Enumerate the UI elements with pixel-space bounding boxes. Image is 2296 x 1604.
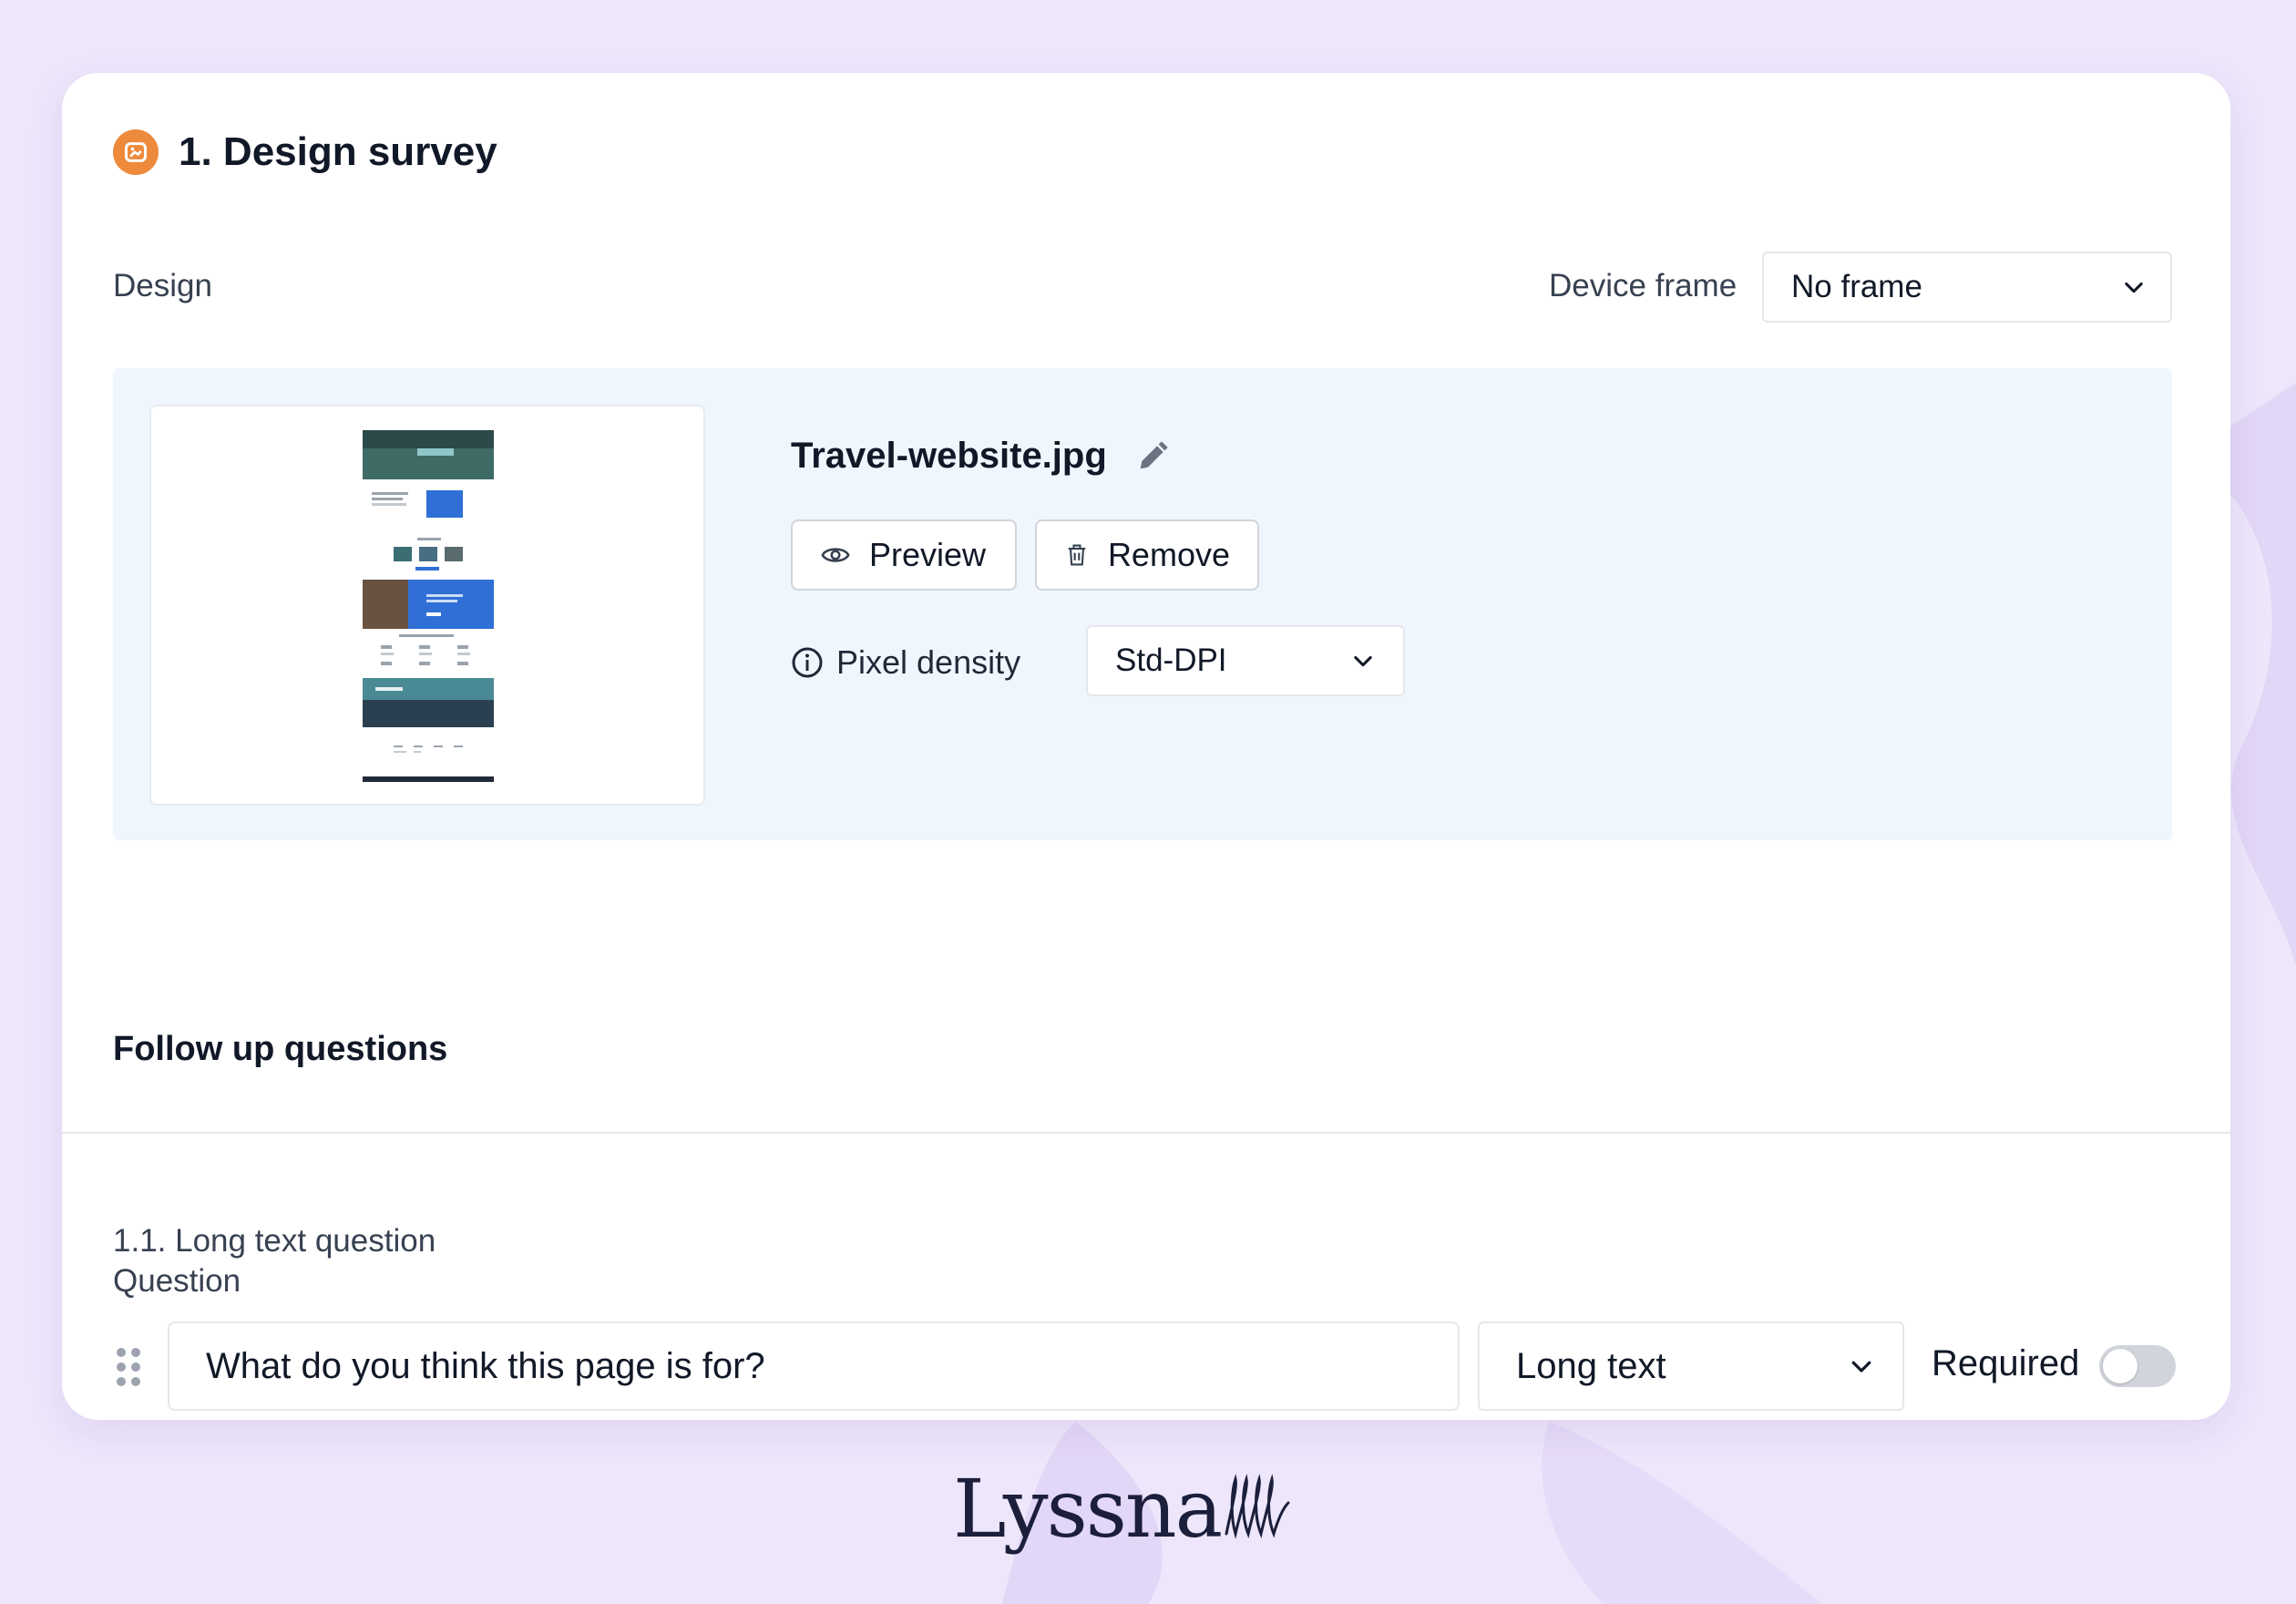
question-type-select[interactable]: Long text: [1478, 1321, 1904, 1411]
logo-text: Lyssna: [953, 1462, 1223, 1556]
logo-loops-icon: [1225, 1474, 1290, 1539]
preview-button[interactable]: Preview: [791, 519, 1017, 591]
eye-icon: [821, 548, 850, 562]
pixel-density-label: Pixel density: [791, 643, 1020, 682]
pixel-density-text: Pixel density: [836, 643, 1021, 681]
section-title: 1. Design survey: [179, 129, 497, 174]
design-survey-card: 1. Design survey Design Device frame No …: [62, 73, 2230, 1420]
chevron-down-icon: [1354, 655, 1372, 667]
device-frame-label: Device frame: [1549, 268, 1737, 303]
required-label: Required: [1932, 1343, 2080, 1383]
info-icon[interactable]: [791, 646, 824, 679]
pixel-density-select[interactable]: Std-DPI: [1086, 625, 1405, 696]
preview-label: Preview: [869, 536, 987, 573]
image-icon: [113, 129, 159, 175]
lyssna-logo: Lyssna: [953, 1462, 1292, 1556]
device-frame-value: No frame: [1791, 269, 1922, 304]
question-number-title: 1.1. Long text question: [113, 1223, 436, 1259]
required-toggle[interactable]: [2099, 1345, 2176, 1387]
drag-handle-icon[interactable]: [115, 1347, 142, 1387]
question-input[interactable]: What do you think this page is for?: [168, 1321, 1460, 1411]
question-type-value: Long text: [1516, 1345, 1666, 1386]
question-label: Question: [113, 1263, 241, 1299]
pixel-density-value: Std-DPI: [1115, 643, 1227, 678]
trash-icon: [1068, 544, 1086, 566]
design-thumbnail: [363, 430, 494, 782]
pencil-icon[interactable]: [1134, 438, 1171, 475]
chevron-down-icon: [2125, 282, 2143, 293]
divider: [62, 1132, 2230, 1134]
file-name: Travel-website.jpg: [791, 436, 1171, 477]
toggle-knob: [2103, 1349, 2137, 1383]
file-name-text: Travel-website.jpg: [791, 436, 1107, 476]
design-label: Design: [113, 268, 212, 303]
remove-button[interactable]: Remove: [1035, 519, 1259, 591]
design-thumbnail-frame[interactable]: [149, 405, 705, 806]
device-frame-select[interactable]: No frame: [1762, 252, 2172, 323]
question-input-value: What do you think this page is for?: [206, 1345, 765, 1386]
chevron-down-icon: [1851, 1361, 1871, 1373]
design-panel: Travel-website.jpg Preview Remove Pixel …: [113, 368, 2172, 840]
section-header: 1. Design survey: [113, 129, 497, 175]
remove-label: Remove: [1107, 536, 1230, 573]
follow-up-questions-title: Follow up questions: [113, 1030, 448, 1068]
